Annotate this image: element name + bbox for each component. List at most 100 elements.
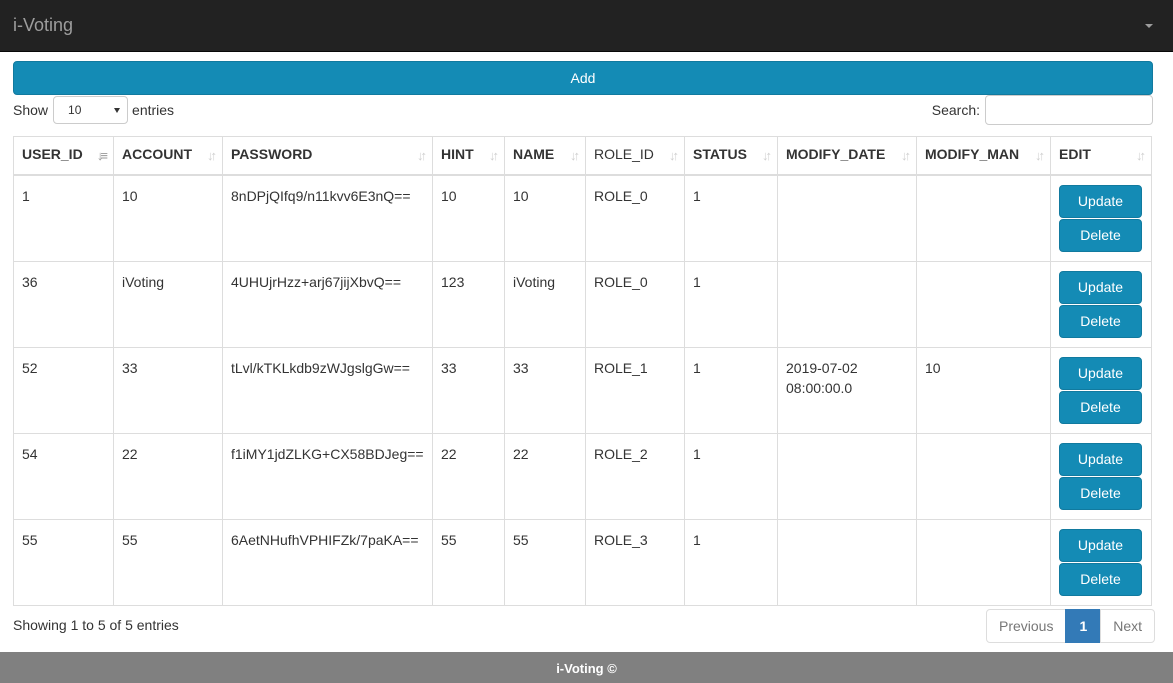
add-button[interactable]: Add: [13, 61, 1153, 95]
update-button[interactable]: Update: [1059, 528, 1142, 562]
cell-role-id: ROLE_1: [585, 346, 685, 434]
cell-name: 22: [504, 432, 586, 520]
cell-modify-date: [777, 174, 917, 262]
sort-icon: ↓↑: [1035, 148, 1045, 163]
update-button[interactable]: Update: [1059, 356, 1142, 390]
update-button[interactable]: Update: [1059, 270, 1142, 304]
cell-account: 22: [113, 432, 223, 520]
column-header-name[interactable]: NAME ↓↑: [504, 136, 586, 176]
cell-modify-man: [916, 260, 1051, 348]
cell-name: 33: [504, 346, 586, 434]
search-label: Search:: [931, 102, 980, 118]
update-button[interactable]: Update: [1059, 442, 1142, 476]
cell-role-id: ROLE_2: [585, 432, 685, 520]
sort-icon: ↓↑: [570, 148, 580, 163]
column-header-account[interactable]: ACCOUNT ↓↑: [113, 136, 223, 176]
delete-button[interactable]: Delete: [1059, 390, 1142, 424]
cell-account: 33: [113, 346, 223, 434]
sort-icon: ↓↑: [489, 148, 499, 163]
update-button[interactable]: Update: [1059, 184, 1142, 218]
cell-user-id: 54: [13, 432, 114, 520]
cell-modify-date: [777, 518, 917, 606]
sort-icon: ↓↑: [1136, 148, 1146, 163]
cell-user-id: 55: [13, 518, 114, 606]
table-row: 54 22 f1iMY1jdZLKG+CX58BDJeg== 22 22 ROL…: [13, 432, 1152, 520]
cell-hint: 10: [432, 174, 505, 262]
footer: i-Voting ©: [0, 652, 1173, 683]
cell-status: 1: [684, 174, 778, 262]
column-header-hint[interactable]: HINT ↓↑: [432, 136, 505, 176]
cell-edit: Update Delete: [1050, 260, 1152, 348]
cell-name: iVoting: [504, 260, 586, 348]
cell-modify-man: 10: [916, 346, 1051, 434]
users-table: USER_ID ↓≡ ACCOUNT ↓↑ PASSWORD ↓↑ HINT ↓↑ NA…: [13, 136, 1152, 606]
cell-role-id: ROLE_0: [585, 174, 685, 262]
length-suffix: entries: [132, 102, 175, 118]
page-1-button[interactable]: 1: [1065, 609, 1102, 643]
delete-button[interactable]: Delete: [1059, 476, 1142, 510]
cell-modify-date: [777, 260, 917, 348]
column-header-edit[interactable]: EDIT ↓↑: [1050, 136, 1152, 176]
cell-account: iVoting: [113, 260, 223, 348]
column-header-modify-date[interactable]: MODIFY_DATE ↓↑: [777, 136, 917, 176]
entries-length-control: Show 10 entries: [13, 96, 174, 124]
pagination: Previous 1 Next: [986, 609, 1156, 643]
cell-user-id: 36: [13, 260, 114, 348]
sort-icon: ↓↑: [669, 148, 679, 163]
cell-status: 1: [684, 260, 778, 348]
table-row: 55 55 6AetNHufhVPHIFZk/7paKA== 55 55 ROL…: [13, 518, 1152, 606]
search-filter: Search:: [932, 95, 1153, 125]
cell-edit: Update Delete: [1050, 518, 1152, 606]
cell-hint: 55: [432, 518, 505, 606]
cell-account: 55: [113, 518, 223, 606]
cell-password: f1iMY1jdZLKG+CX58BDJeg==: [222, 432, 433, 520]
cell-user-id: 52: [13, 346, 114, 434]
cell-hint: 123: [432, 260, 505, 348]
delete-button[interactable]: Delete: [1059, 218, 1142, 252]
delete-button[interactable]: Delete: [1059, 304, 1142, 338]
length-prefix: Show: [13, 102, 49, 118]
cell-modify-man: [916, 432, 1051, 520]
cell-status: 1: [684, 346, 778, 434]
next-page-button[interactable]: Next: [1100, 609, 1156, 643]
cell-modify-date: 2019-07-02 08:00:00.0: [777, 346, 917, 434]
dropdown-caret-icon[interactable]: [1145, 24, 1153, 28]
cell-role-id: ROLE_0: [585, 260, 685, 348]
table-info: Showing 1 to 5 of 5 entries: [13, 617, 179, 633]
brand-title[interactable]: i-Voting: [13, 15, 73, 36]
column-header-user-id[interactable]: USER_ID ↓≡: [13, 136, 114, 176]
entries-per-page-select[interactable]: 10: [53, 96, 129, 124]
cell-modify-date: [777, 432, 917, 520]
sort-icon: ↓↑: [417, 148, 427, 163]
cell-password: 8nDPjQIfq9/n11kvv6E3nQ==: [222, 174, 433, 262]
cell-edit: Update Delete: [1050, 432, 1152, 520]
table-header-row: USER_ID ↓≡ ACCOUNT ↓↑ PASSWORD ↓↑ HINT ↓↑ NA…: [13, 136, 1152, 176]
table-row: 36 iVoting 4UHUjrHzz+arj67jijXbvQ== 123 …: [13, 260, 1152, 348]
table-row: 52 33 tLvl/kTKLkdb9zWJgslgGw== 33 33 ROL…: [13, 346, 1152, 434]
cell-hint: 33: [432, 346, 505, 434]
column-header-role-id[interactable]: ROLE_ID ↓↑: [585, 136, 685, 176]
cell-password: tLvl/kTKLkdb9zWJgslgGw==: [222, 346, 433, 434]
cell-edit: Update Delete: [1050, 174, 1152, 262]
cell-user-id: 1: [13, 174, 114, 262]
cell-role-id: ROLE_3: [585, 518, 685, 606]
previous-page-button[interactable]: Previous: [986, 609, 1067, 643]
cell-modify-man: [916, 518, 1051, 606]
cell-modify-man: [916, 174, 1051, 262]
search-input[interactable]: [985, 95, 1153, 125]
sort-icon: ↓↑: [901, 148, 911, 163]
select-arrow-icon: [114, 108, 121, 113]
cell-account: 10: [113, 174, 223, 262]
entries-per-page-value: 10: [68, 103, 82, 117]
column-header-modify-man[interactable]: MODIFY_MAN ↓↑: [916, 136, 1051, 176]
delete-button[interactable]: Delete: [1059, 562, 1142, 596]
cell-password: 6AetNHufhVPHIFZk/7paKA==: [222, 518, 433, 606]
sort-asc-icon: ↓≡: [96, 148, 108, 163]
sort-icon: ↓↑: [207, 148, 217, 163]
cell-hint: 22: [432, 432, 505, 520]
table-row: 1 10 8nDPjQIfq9/n11kvv6E3nQ== 10 10 ROLE…: [13, 174, 1152, 262]
navbar: i-Voting: [0, 0, 1173, 52]
sort-icon: ↓↑: [762, 148, 772, 163]
column-header-status[interactable]: STATUS ↓↑: [684, 136, 778, 176]
column-header-password[interactable]: PASSWORD ↓↑: [222, 136, 433, 176]
